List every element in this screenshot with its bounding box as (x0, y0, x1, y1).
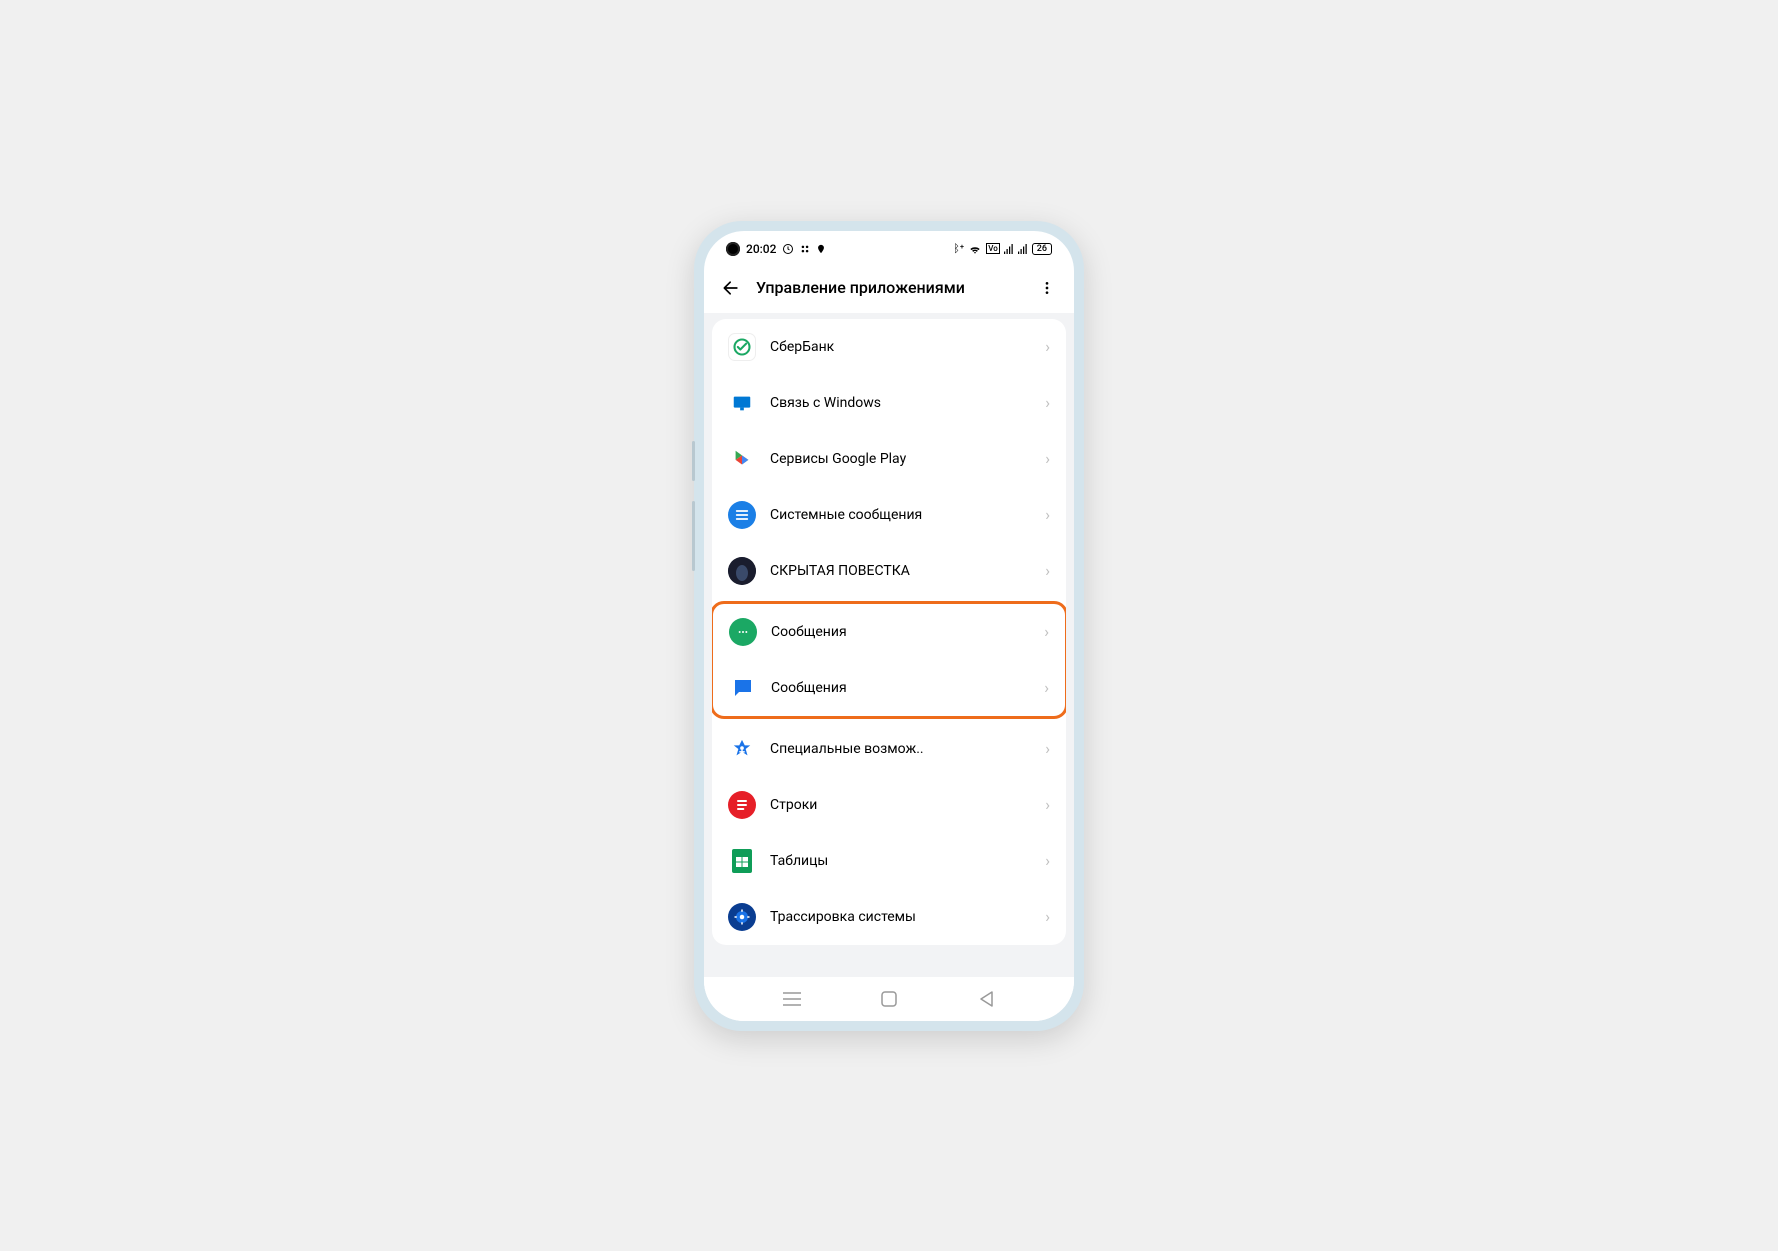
wifi-icon (968, 244, 982, 254)
arrow-left-icon (721, 278, 741, 298)
chevron-right-icon: › (1045, 505, 1050, 524)
location-icon (816, 244, 826, 254)
messages-green-icon (729, 618, 757, 646)
nav-home-button[interactable] (879, 989, 899, 1009)
app-label: СКРЫТАЯ ПОВЕСТКА (770, 563, 1031, 579)
app-row-system-trace[interactable]: Трассировка системы › (712, 889, 1066, 945)
signal-icon (1018, 244, 1028, 254)
app-list[interactable]: СберБанк › Связь с Windows › Сервисы Goo… (704, 313, 1074, 977)
messages-blue-icon (729, 674, 757, 702)
app-row-messages-blue[interactable]: Сообщения › (713, 660, 1065, 716)
app-label: Связь с Windows (770, 395, 1031, 411)
phone-screen: 20:02 ᛒ⁺ Vo 26 Управление приложениями (704, 231, 1074, 1021)
app-row-stroki[interactable]: Строки › (712, 777, 1066, 833)
list-card: СберБанк › Связь с Windows › Сервисы Goo… (712, 319, 1066, 945)
app-label: СберБанк (770, 339, 1031, 355)
nav-recent-button[interactable] (782, 989, 802, 1009)
highlight-annotation: Сообщения › Сообщения › (712, 601, 1066, 719)
app-row-sheets[interactable]: Таблицы › (712, 833, 1066, 889)
chevron-right-icon: › (1045, 851, 1050, 870)
app-label: Строки (770, 797, 1031, 813)
app-row-google-play-services[interactable]: Сервисы Google Play › (712, 431, 1066, 487)
google-play-services-icon (728, 445, 756, 473)
status-time: 20:02 (746, 242, 776, 256)
chevron-right-icon: › (1044, 678, 1049, 697)
chevron-right-icon: › (1045, 449, 1050, 468)
timer-icon (782, 243, 794, 255)
windows-link-icon (728, 389, 756, 417)
status-right: ᛒ⁺ Vo 26 (953, 242, 1052, 255)
chevron-right-icon: › (1045, 795, 1050, 814)
hidden-agenda-icon (728, 557, 756, 585)
app-label: Специальные возмож.. (770, 741, 1031, 757)
google-sheets-icon (728, 847, 756, 875)
app-label: Таблицы (770, 853, 1031, 869)
vowifi-icon: Vo (986, 243, 1000, 254)
chevron-right-icon: › (1045, 393, 1050, 412)
more-vertical-icon (1039, 280, 1055, 296)
app-label: Сервисы Google Play (770, 451, 1031, 467)
controller-icon (800, 244, 810, 254)
nav-back-button[interactable] (976, 989, 996, 1009)
battery-indicator: 26 (1032, 243, 1052, 255)
chevron-right-icon: › (1045, 907, 1050, 926)
volume-button (692, 441, 695, 481)
app-row-system-messages[interactable]: Системные сообщения › (712, 487, 1066, 543)
app-row-messages-green[interactable]: Сообщения › (713, 604, 1065, 660)
chevron-right-icon: › (1044, 622, 1049, 641)
accessibility-icon (728, 735, 756, 763)
triangle-left-icon (979, 991, 993, 1007)
signal-icon (1004, 244, 1014, 254)
system-messages-icon (728, 501, 756, 529)
volume-button (692, 501, 695, 571)
square-icon (881, 991, 897, 1007)
sberbank-icon (728, 333, 756, 361)
bluetooth-icon: ᛒ⁺ (953, 242, 964, 255)
system-trace-icon (728, 903, 756, 931)
back-button[interactable] (720, 277, 742, 299)
page-title: Управление приложениями (756, 278, 1022, 297)
more-options-button[interactable] (1036, 277, 1058, 299)
app-label: Сообщения (771, 680, 1030, 696)
app-label: Системные сообщения (770, 507, 1031, 523)
app-label: Сообщения (771, 624, 1030, 640)
camera-cutout (726, 242, 740, 256)
app-row-accessibility[interactable]: Специальные возмож.. › (712, 721, 1066, 777)
chevron-right-icon: › (1045, 739, 1050, 758)
menu-icon (783, 992, 801, 1006)
navigation-bar (704, 977, 1074, 1021)
app-row-hidden-agenda[interactable]: СКРЫТАЯ ПОВЕСТКА › (712, 543, 1066, 599)
app-label: Трассировка системы (770, 909, 1031, 925)
app-row-windows-link[interactable]: Связь с Windows › (712, 375, 1066, 431)
chevron-right-icon: › (1045, 337, 1050, 356)
stroki-icon (728, 791, 756, 819)
chevron-right-icon: › (1045, 561, 1050, 580)
status-bar: 20:02 ᛒ⁺ Vo 26 (704, 231, 1074, 267)
app-row-sberbank[interactable]: СберБанк › (712, 319, 1066, 375)
phone-frame: 20:02 ᛒ⁺ Vo 26 Управление приложениями (694, 221, 1084, 1031)
status-left: 20:02 (726, 242, 826, 256)
header-bar: Управление приложениями (704, 267, 1074, 313)
